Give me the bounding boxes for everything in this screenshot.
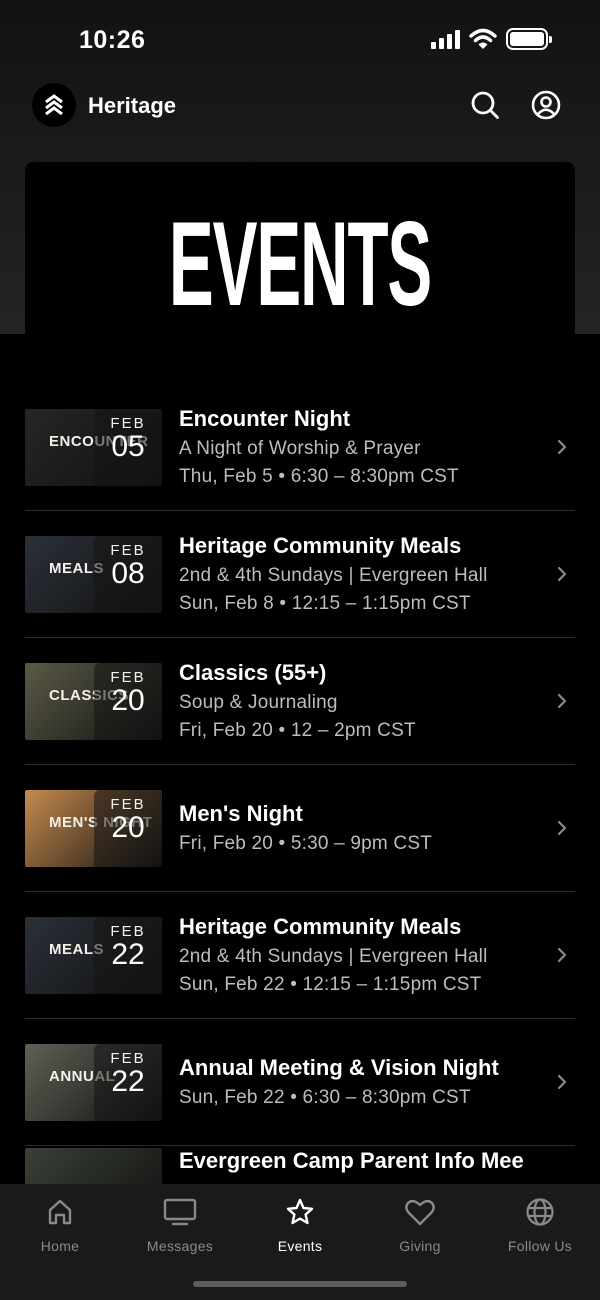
event-title: Evergreen Camp Parent Info Mee (179, 1148, 524, 1173)
event-title: Encounter Night (179, 406, 351, 431)
event-title: Heritage Community Meals (179, 914, 462, 939)
event-list: ENCOUNTERFEB05 Encounter Night A Night of … (25, 384, 575, 1184)
event-text: Annual Meeting & Vision Night Sun, Feb 22… (179, 1055, 554, 1109)
date-month: FEB (110, 922, 146, 940)
event-row[interactable]: ANNUAL FEB 22 Annual Meeting & Vision Night… (25, 1019, 575, 1146)
date-month: FEB (110, 668, 146, 686)
event-row[interactable]: MEALS FEB 08 Heritage Community Meals 2nd & … (25, 511, 575, 638)
cellular-signal-icon (431, 29, 460, 49)
event-thumbnail-art (25, 1148, 162, 1184)
date-day: 20 (111, 810, 145, 844)
date-badge: FEB 08 (94, 535, 162, 613)
date-day: 22 (111, 1064, 145, 1098)
event-thumbnail: ANNUAL FEB 22 (25, 1043, 162, 1121)
chevron-right-icon (554, 693, 570, 709)
chevron-right-icon (554, 820, 570, 836)
globe-icon (480, 1196, 600, 1228)
wifi-icon (469, 28, 497, 49)
event-thumbnail: MEALS FEB 08 (25, 535, 162, 613)
chevron-right-icon (554, 439, 570, 455)
date-month: FEB (110, 1049, 146, 1067)
event-title: Men's Night (179, 801, 303, 826)
event-row[interactable]: CLASSICS FEB 20 Classics (55+) Soup & Journa… (25, 638, 575, 765)
tab-home[interactable]: Home (0, 1196, 120, 1254)
event-detail: Soup & Journaling (179, 692, 338, 713)
event-thumbnail: CLASSICS FEB 20 (25, 662, 162, 740)
event-detail: 2nd & 4th Sundays | Evergreen Hall (179, 565, 488, 586)
date-month: FEB (110, 414, 146, 432)
tab-label: Giving (399, 1238, 441, 1254)
date-badge: FEB 05 (94, 408, 162, 486)
event-text: Encounter Night A Night of Worship & Pray… (179, 406, 554, 488)
home-icon (0, 1196, 120, 1228)
date-badge: FEB 20 (94, 662, 162, 740)
event-detail: Fri, Feb 20 • 12 – 2pm CST (179, 720, 416, 741)
tab-follow-us[interactable]: Follow Us (480, 1196, 600, 1254)
chevron-right-icon (554, 947, 570, 963)
event-row[interactable]: MEALS FEB 22 Heritage Community Meals 2nd & … (25, 892, 575, 1019)
chevron-right-icon (554, 566, 570, 582)
event-title: Classics (55+) (179, 660, 327, 685)
event-row[interactable]: MEN'S NIGHTFEB20 Men's Night Fri, Feb 20 •… (25, 765, 575, 892)
account-icon (531, 90, 561, 120)
date-badge: FEB 22 (94, 916, 162, 994)
home-indicator (193, 1281, 407, 1287)
tab-label: Events (277, 1238, 323, 1254)
date-month: FEB (110, 795, 146, 813)
event-row[interactable]: Evergreen Camp Parent Info Mee (25, 1146, 575, 1184)
tab-giving[interactable]: Giving (360, 1196, 480, 1254)
app-header: Heritage (0, 80, 600, 132)
event-thumbnail: ENCOUNTERFEB05 (25, 408, 162, 486)
chevron-right-icon (554, 1074, 570, 1090)
event-title: Heritage Community Meals (179, 533, 462, 558)
event-detail: Sun, Feb 22 • 6:30 – 8:30pm CST (179, 1087, 471, 1108)
search-icon (471, 91, 499, 119)
profile-button[interactable] (530, 89, 562, 121)
status-time: 10:26 (79, 26, 146, 54)
event-title: Annual Meeting & Vision Night (179, 1055, 499, 1080)
event-thumbnail: MEN'S NIGHTFEB20 (25, 789, 162, 867)
battery-icon (506, 28, 552, 50)
date-badge: FEB 20 (94, 789, 162, 867)
event-row[interactable]: ENCOUNTERFEB05 Encounter Night A Night of … (25, 384, 575, 511)
status-bar: 10:26 (0, 0, 600, 80)
event-text: Classics (55+) Soup & Journaling Fri, Feb … (179, 660, 554, 742)
event-detail: Sun, Feb 8 • 12:15 – 1:15pm CST (179, 593, 471, 614)
event-text: Evergreen Camp Parent Info Mee (179, 1148, 575, 1174)
event-text: Heritage Community Meals 2nd & 4th Sunday… (179, 914, 554, 996)
event-text: Heritage Community Meals 2nd & 4th Sunday… (179, 533, 554, 615)
event-detail: 2nd & 4th Sundays | Evergreen Hall (179, 946, 488, 967)
event-detail: Fri, Feb 20 • 5:30 – 9pm CST (179, 833, 433, 854)
heritage-logo-icon[interactable] (32, 83, 76, 127)
app-name: Heritage (88, 93, 177, 118)
monitor-icon (120, 1196, 240, 1228)
date-day: 08 (111, 556, 145, 590)
event-thumbnail (25, 1148, 162, 1184)
date-badge: FEB 22 (94, 1043, 162, 1121)
tab-label: Home (40, 1238, 80, 1254)
tab-label: Follow Us (507, 1238, 573, 1254)
tab-events[interactable]: Events (240, 1196, 360, 1254)
date-day: 22 (111, 937, 145, 971)
status-icons (431, 28, 552, 50)
heart-icon (360, 1196, 480, 1228)
star-icon (240, 1196, 360, 1228)
event-detail: Thu, Feb 5 • 6:30 – 8:30pm CST (179, 466, 459, 487)
date-month: FEB (110, 541, 146, 559)
date-day: 20 (111, 683, 145, 717)
banner-title: EVENTS (168, 197, 432, 331)
tab-messages[interactable]: Messages (120, 1196, 240, 1254)
event-detail: Sun, Feb 22 • 12:15 – 1:15pm CST (179, 974, 482, 995)
date-day: 05 (111, 429, 145, 463)
event-text: Men's Night Fri, Feb 20 • 5:30 – 9pm CST (179, 801, 554, 855)
event-thumbnail: MEALS FEB 22 (25, 916, 162, 994)
event-detail: A Night of Worship & Prayer (179, 438, 421, 459)
search-button[interactable] (469, 89, 501, 121)
tab-label: Messages (146, 1238, 214, 1254)
